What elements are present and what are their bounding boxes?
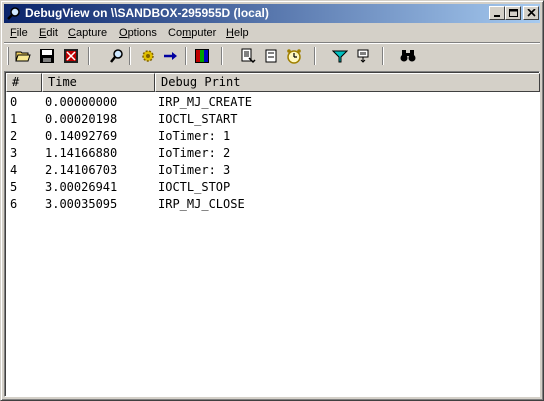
toolbar-separator [314, 47, 316, 65]
autoscroll-arrow-icon [164, 52, 177, 60]
toolbar-separator [382, 47, 384, 65]
row-time: 2.14106703 [45, 163, 118, 177]
search-binoculars-icon [400, 50, 416, 62]
row-message: IOCTL_START [158, 112, 238, 126]
history-button[interactable] [261, 46, 281, 66]
toolbar-grip[interactable] [7, 47, 9, 65]
row-number: 5 [10, 180, 18, 194]
row-message: IRP_MJ_CLOSE [158, 197, 245, 211]
table-row[interactable]: 6 3.00035095 IRP_MJ_CLOSE [6, 196, 540, 213]
open-button[interactable] [13, 46, 33, 66]
toolbar-separator [88, 47, 90, 65]
maximize-icon [509, 9, 518, 17]
column-debug-print-label: Debug Print [161, 75, 241, 89]
toolbar-separator [221, 47, 223, 65]
row-time: 0.00000000 [45, 95, 118, 109]
table-row[interactable]: 3 1.14166880 IoTimer: 2 [6, 145, 540, 162]
capture-gear-icon [142, 50, 154, 62]
maximize-button[interactable] [505, 6, 521, 20]
menu-options[interactable]: Options [119, 26, 157, 40]
menu-help[interactable]: Help [226, 26, 249, 40]
list-header: # Time Debug Print [6, 73, 540, 92]
column-header-time[interactable]: Time [42, 73, 155, 92]
column-header-debug-print[interactable]: Debug Print [155, 73, 540, 92]
highlight-button[interactable] [353, 46, 373, 66]
column-time-label: Time [48, 75, 77, 89]
toolbar-separator [185, 47, 187, 65]
filter-button[interactable] [330, 46, 350, 66]
log-to-file-icon [195, 49, 209, 63]
toolbar [4, 44, 540, 68]
menu-computer[interactable]: Computer [168, 26, 216, 40]
highlight-icon [357, 49, 369, 63]
menu-capture[interactable]: Capture [68, 26, 107, 40]
close-button[interactable] [523, 6, 539, 20]
magnifier-icon [6, 6, 22, 21]
find-icon [110, 49, 123, 63]
row-time: 0.00020198 [45, 112, 118, 126]
table-row[interactable]: 2 0.14092769 IoTimer: 1 [6, 128, 540, 145]
clock-button[interactable] [284, 46, 304, 66]
minimize-button[interactable] [489, 6, 505, 20]
row-number: 0 [10, 95, 18, 109]
menu-file[interactable]: File [10, 26, 28, 40]
save-button[interactable] [37, 46, 57, 66]
autoscroll-button[interactable] [161, 46, 181, 66]
window-title: DebugView on \\SANDBOX-295955D (local) [25, 6, 269, 20]
clock-icon [287, 49, 301, 64]
row-number: 6 [10, 197, 18, 211]
row-number: 2 [10, 129, 18, 143]
table-row[interactable]: 4 2.14106703 IoTimer: 3 [6, 162, 540, 179]
row-number: 3 [10, 146, 18, 160]
toolbar-separator [129, 47, 131, 65]
row-time: 1.14166880 [45, 146, 118, 160]
table-row[interactable]: 1 0.00020198 IOCTL_START [6, 111, 540, 128]
table-row[interactable]: 5 3.00026941 IOCTL_STOP [6, 179, 540, 196]
menu-edit[interactable]: Edit [39, 26, 58, 40]
row-time: 3.00035095 [45, 197, 118, 211]
debugview-window: DebugView on \\SANDBOX-295955D (local) F… [0, 0, 544, 401]
log-to-file-button[interactable] [192, 46, 212, 66]
minimize-icon [494, 15, 500, 17]
title-bar[interactable]: DebugView on \\SANDBOX-295955D (local) [4, 4, 540, 23]
search-button[interactable] [398, 46, 418, 66]
filter-icon [332, 50, 348, 63]
row-time: 3.00026941 [45, 180, 118, 194]
column-header-number[interactable]: # [6, 73, 42, 92]
row-message: IoTimer: 2 [158, 146, 231, 160]
row-message: IoTimer: 3 [158, 163, 231, 177]
row-number: 4 [10, 163, 18, 177]
row-number: 1 [10, 112, 18, 126]
open-folder-icon [15, 51, 31, 62]
column-number-label: # [12, 75, 20, 89]
copy-icon [241, 48, 256, 64]
history-icon [265, 49, 277, 63]
debug-output-list[interactable]: # Time Debug Print 0 0.00000000 IRP_MJ_C… [4, 71, 540, 397]
capture-button[interactable] [138, 46, 158, 66]
list-frame: # Time Debug Print 0 0.00000000 IRP_MJ_C… [5, 72, 540, 396]
row-message: IRP_MJ_CREATE [158, 95, 252, 109]
close-icon [527, 9, 536, 17]
clear-button[interactable] [61, 46, 81, 66]
row-message: IoTimer: 1 [158, 129, 231, 143]
menu-bar: File Edit Capture Options Computer Help [4, 24, 540, 42]
table-row[interactable]: 0 0.00000000 IRP_MJ_CREATE [6, 94, 540, 111]
clear-display-icon [64, 49, 78, 63]
find-button[interactable] [107, 46, 127, 66]
row-time: 0.14092769 [45, 129, 118, 143]
row-message: IOCTL_STOP [158, 180, 231, 194]
copy-button[interactable] [238, 46, 258, 66]
save-disk-icon [40, 49, 54, 63]
